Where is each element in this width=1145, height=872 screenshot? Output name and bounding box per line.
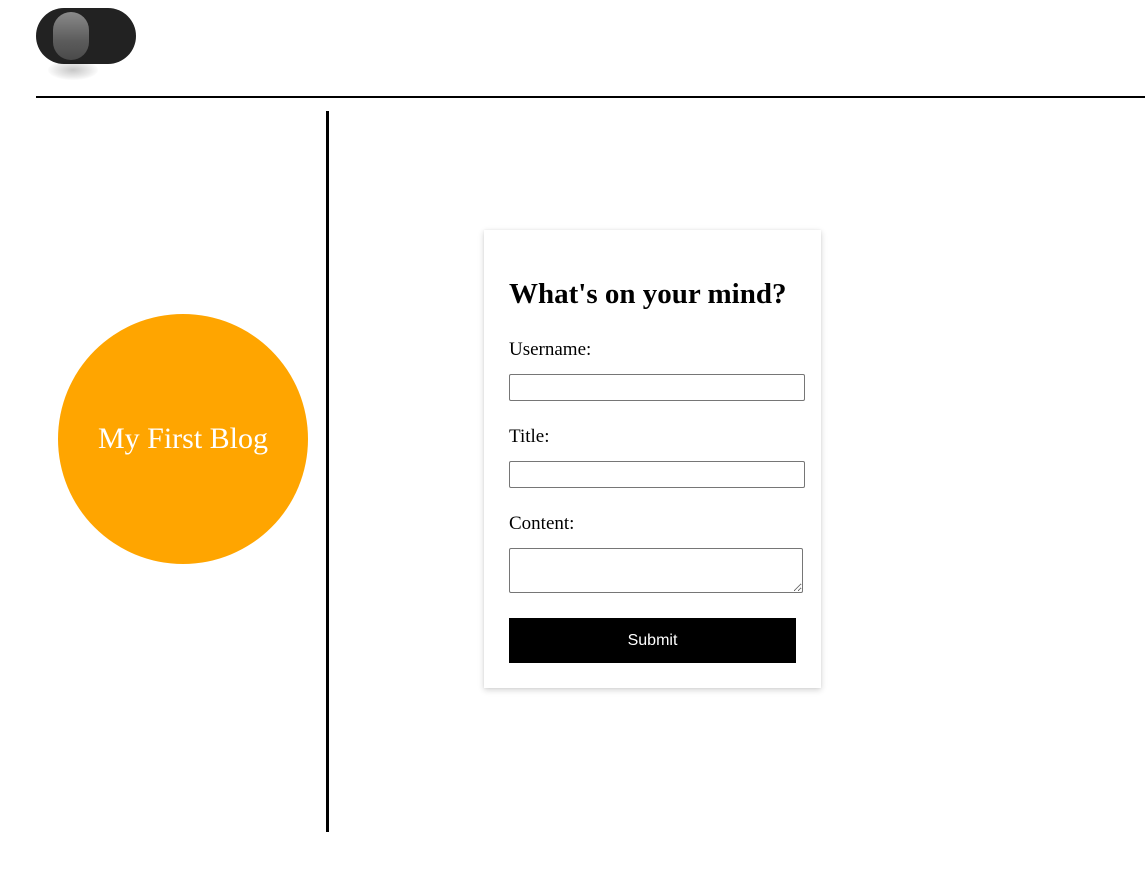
username-label: Username: [509,339,592,360]
theme-toggle-shadow [48,60,98,80]
blog-logo: My First Blog [58,314,308,564]
title-input[interactable] [509,461,805,488]
theme-toggle-knob[interactable] [53,12,89,60]
theme-toggle[interactable] [36,8,136,64]
blog-logo-text: My First Blog [97,422,269,455]
page: My First Blog What's on your mind? Usern… [0,0,1145,872]
form-title: What's on your mind? [509,278,787,310]
submit-button[interactable]: Submit [509,618,796,663]
sidebar-divider [326,111,329,832]
title-label: Title: [509,426,550,447]
header-divider [36,96,1145,98]
username-input[interactable] [509,374,805,401]
post-form: What's on your mind? Username: Title: Co… [484,230,821,688]
content-label: Content: [509,513,575,534]
content-textarea[interactable] [509,548,803,593]
